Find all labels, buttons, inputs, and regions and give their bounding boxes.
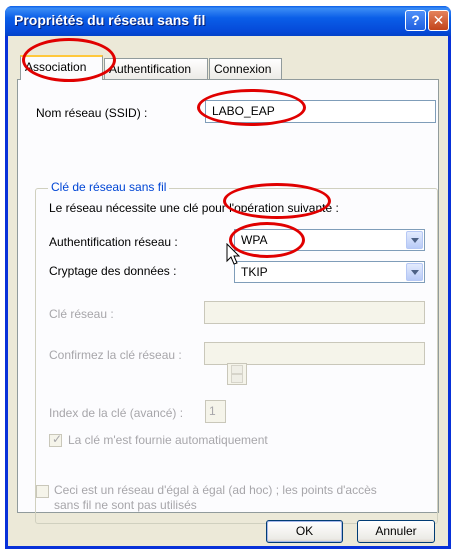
- spin-up-icon[interactable]: [231, 365, 243, 374]
- mouse-cursor-icon: [226, 243, 241, 265]
- encryption-value: TKIP: [241, 265, 268, 279]
- close-icon[interactable]: ✕: [428, 10, 449, 31]
- key-index-label: Index de la clé (avancé) :: [49, 406, 184, 420]
- key-index-spinner[interactable]: [227, 363, 247, 385]
- encryption-select[interactable]: TKIP: [234, 261, 425, 283]
- auto-key-checkbox[interactable]: ✓: [49, 432, 63, 447]
- help-icon[interactable]: ?: [405, 10, 426, 31]
- auto-key-label: La clé m'est fournie automatiquement: [68, 433, 268, 447]
- key-index-stepper[interactable]: 1: [205, 400, 226, 423]
- confirm-key-input[interactable]: [204, 342, 425, 365]
- ok-button[interactable]: OK: [266, 520, 343, 543]
- auth-value: WPA: [241, 233, 268, 247]
- title-bar[interactable]: Propriétés du réseau sans fil ? ✕: [5, 6, 451, 36]
- window-title: Propriétés du réseau sans fil: [14, 12, 206, 28]
- group-title: Clé de réseau sans fil: [48, 180, 170, 194]
- adhoc-label-line1: Ceci est un réseau d'égal à égal (ad hoc…: [54, 483, 377, 497]
- tab-association[interactable]: Association: [20, 55, 103, 80]
- adhoc-checkbox[interactable]: [36, 485, 49, 498]
- network-key-input[interactable]: [204, 301, 425, 324]
- wireless-properties-window: Propriétés du réseau sans fil ? ✕ Associ…: [5, 6, 451, 549]
- confirm-key-label: Confirmez la clé réseau :: [49, 348, 182, 362]
- cancel-button[interactable]: Annuler: [357, 520, 435, 543]
- spin-down-icon[interactable]: [231, 374, 243, 383]
- tab-connexion[interactable]: Connexion: [209, 58, 282, 79]
- ssid-label: Nom réseau (SSID) :: [36, 106, 148, 120]
- auth-label: Authentification réseau :: [49, 235, 178, 249]
- adhoc-label-line2: sans fil ne sont pas utilisés: [54, 498, 197, 512]
- dialog-client-area: Association Authentification Connexion N…: [8, 36, 448, 546]
- checkmark-icon: ✓: [52, 432, 63, 446]
- association-panel: Nom réseau (SSID) : LABO_EAP Clé de rése…: [17, 79, 439, 524]
- encryption-label: Cryptage des données :: [49, 264, 177, 278]
- chevron-down-icon[interactable]: [406, 231, 423, 249]
- requirement-text: Le réseau nécessite une clé pour l'opéra…: [49, 201, 339, 215]
- network-key-label: Clé réseau :: [49, 307, 114, 321]
- auth-select[interactable]: WPA: [234, 229, 425, 251]
- tab-authentification[interactable]: Authentification: [104, 58, 208, 79]
- ssid-input[interactable]: LABO_EAP: [205, 100, 436, 123]
- chevron-down-icon[interactable]: [406, 263, 423, 281]
